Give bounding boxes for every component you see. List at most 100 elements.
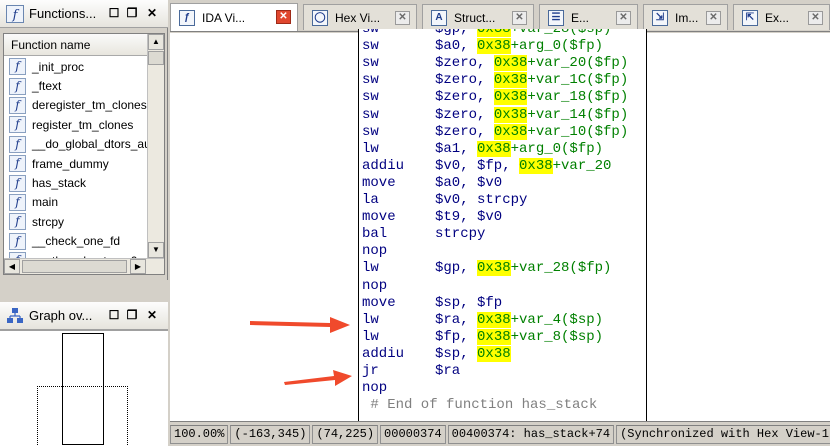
operand: $zero, [435, 55, 494, 72]
list-item[interactable]: f _ftext [4, 76, 148, 95]
list-item[interactable]: f __check_one_fd [4, 232, 148, 251]
close-icon[interactable]: ✕ [145, 6, 159, 20]
code-line[interactable]: nop [362, 278, 435, 295]
operand: +arg_0($fp) [510, 38, 604, 55]
functions-window-titlebar[interactable]: f Functions... ☐ ❐ ✕ [0, 0, 168, 28]
code-line[interactable]: lw $gp, 0x38+var_28($fp) [362, 260, 611, 277]
operand: $ra [435, 363, 461, 379]
code-line[interactable]: move $t9, $v0 [362, 209, 502, 226]
function-name: _ftext [32, 79, 62, 94]
tab-hex-view[interactable]: ◯ Hex Vi... ✕ [303, 4, 417, 30]
list-item[interactable]: f strcpy [4, 212, 148, 231]
vertical-scrollbar[interactable]: ▲ ▼ [147, 34, 164, 259]
hex-view-icon: ◯ [312, 9, 328, 26]
tab-ida-view[interactable]: ƒ IDA Vi... ✕ [170, 3, 298, 31]
code-line[interactable]: lw $a1, 0x38+arg_0($fp) [362, 140, 603, 158]
mnemonic: addiu [362, 157, 405, 174]
close-icon[interactable]: ✕ [706, 11, 721, 25]
mnemonic: move [362, 174, 396, 191]
graph-overview-canvas[interactable] [0, 330, 168, 446]
function-name: deregister_tm_clones [32, 98, 147, 113]
code-line[interactable]: addiu $v0, $fp, 0x38+var_20 [362, 157, 611, 175]
horizontal-scrollbar[interactable]: ◀ ▶ [4, 258, 164, 274]
operand: $v0, strcpy [435, 192, 528, 208]
tab-structures[interactable]: A Struct... ✕ [422, 4, 534, 30]
operand: $ra, [435, 311, 478, 328]
restore-icon[interactable]: ☐ [107, 308, 121, 322]
column-header-function-name[interactable]: Function name [4, 34, 148, 56]
code-line[interactable]: lw $ra, 0x38+var_4($sp) [362, 311, 603, 329]
code-line[interactable]: jr $ra [362, 363, 460, 380]
close-icon[interactable]: ✕ [145, 308, 159, 322]
code-line[interactable]: la $v0, strcpy [362, 192, 527, 209]
functions-rows: f _init_proc f _ftext f deregister_tm_clones f… [4, 57, 148, 270]
ida-view-disassembly[interactable]: sw $gp, 0x38+var_28($sp) sw $a0, 0x38+arg_0… [170, 29, 830, 421]
scroll-right-icon[interactable]: ▶ [130, 259, 146, 274]
list-item[interactable]: f main [4, 193, 148, 212]
function-name: strcpy [32, 214, 65, 229]
highlighted-operand: 0x38 [493, 106, 528, 123]
list-item[interactable]: f _init_proc [4, 57, 148, 76]
code-line[interactable]: sw $gp, 0x38+var_28($sp) [362, 29, 611, 38]
list-item[interactable]: f deregister_tm_clones [4, 96, 148, 115]
tab-bar: ƒ IDA Vi... ✕ ◯ Hex Vi... ✕ A Struct... ✕ ☰ E... ✕ ⇲… [170, 0, 830, 32]
tab-enums[interactable]: ☰ E... ✕ [539, 4, 638, 30]
function-name: _init_proc [32, 59, 85, 74]
status-bar: 100.00% (-163,345) (74,225) 00000374 004… [170, 421, 830, 446]
tab-label: E... [571, 10, 590, 25]
code-line[interactable]: sw $zero, 0x38+var_18($fp) [362, 89, 628, 106]
operand: +var_18($fp) [527, 89, 629, 106]
close-icon[interactable]: ✕ [395, 11, 410, 25]
code-line[interactable]: sw $zero, 0x38+var_14($fp) [362, 106, 629, 124]
graph-viewport-rect[interactable] [37, 386, 128, 446]
function-icon: f [9, 174, 26, 192]
close-icon[interactable]: ✕ [616, 11, 631, 25]
code-line[interactable]: addiu $sp, 0x38 [362, 345, 511, 363]
scroll-thumb[interactable] [148, 51, 164, 65]
code-line[interactable]: nop [362, 380, 435, 397]
code-line[interactable]: bal strcpy [362, 226, 485, 243]
tab-imports[interactable]: ⇲ Im... ✕ [643, 4, 728, 30]
code-line[interactable]: lw $fp, 0x38+var_8($sp) [362, 328, 603, 346]
mnemonic: sw [362, 55, 379, 72]
list-item[interactable]: f frame_dummy [4, 154, 148, 173]
code-block[interactable]: sw $gp, 0x38+var_28($sp) sw $a0, 0x38+arg_0… [358, 29, 647, 421]
function-name: register_tm_clones [32, 117, 134, 132]
code-line[interactable]: nop [362, 243, 435, 260]
mnemonic: sw [362, 38, 379, 55]
status-zoom: 100.00% [170, 424, 229, 444]
mnemonic: bal [362, 226, 388, 243]
mnemonic: lw [362, 328, 379, 345]
graph-overview-titlebar[interactable]: Graph ov... ☐ ❐ ✕ [0, 302, 168, 330]
float-icon[interactable]: ❐ [125, 6, 139, 20]
float-icon[interactable]: ❐ [125, 308, 139, 322]
mnemonic: lw [362, 311, 379, 328]
code-line[interactable]: sw $zero, 0x38+var_20($fp) [362, 55, 628, 72]
list-item[interactable]: f has_stack [4, 173, 148, 192]
imports-icon: ⇲ [652, 9, 668, 26]
list-item[interactable]: f __do_global_dtors_aux [4, 135, 148, 154]
close-icon[interactable]: ✕ [276, 10, 291, 24]
mnemonic: move [362, 294, 396, 311]
horizontal-scroll-thumb[interactable] [22, 260, 127, 273]
tab-exports[interactable]: ⇱ Ex... ✕ [733, 4, 830, 30]
code-line[interactable]: move $a0, $v0 [362, 175, 502, 192]
highlighted-operand: 0x38 [477, 140, 511, 157]
restore-icon[interactable]: ☐ [107, 6, 121, 20]
scroll-up-icon[interactable]: ▲ [148, 34, 164, 50]
close-icon[interactable]: ✕ [512, 11, 527, 25]
close-icon[interactable]: ✕ [808, 11, 823, 25]
mnemonic: nop [362, 380, 388, 397]
code-line[interactable]: sw $a0, 0x38+arg_0($fp) [362, 38, 603, 55]
functions-list[interactable]: Function name f _init_proc f _ftext f deregis… [3, 33, 165, 275]
code-line[interactable]: sw $zero, 0x38+var_1C($fp) [362, 72, 628, 89]
list-item[interactable]: f register_tm_clones [4, 115, 148, 134]
code-line[interactable]: move $sp, $fp [362, 295, 502, 312]
exports-icon: ⇱ [742, 9, 758, 26]
status-sync: (Synchronized with Hex View-1) [616, 424, 830, 444]
scroll-left-icon[interactable]: ◀ [4, 259, 20, 274]
code-line[interactable]: sw $zero, 0x38+var_10($fp) [362, 123, 628, 141]
scroll-down-icon[interactable]: ▼ [148, 242, 164, 258]
mnemonic: nop [362, 243, 388, 260]
operand: +var_14($fp) [527, 106, 629, 123]
